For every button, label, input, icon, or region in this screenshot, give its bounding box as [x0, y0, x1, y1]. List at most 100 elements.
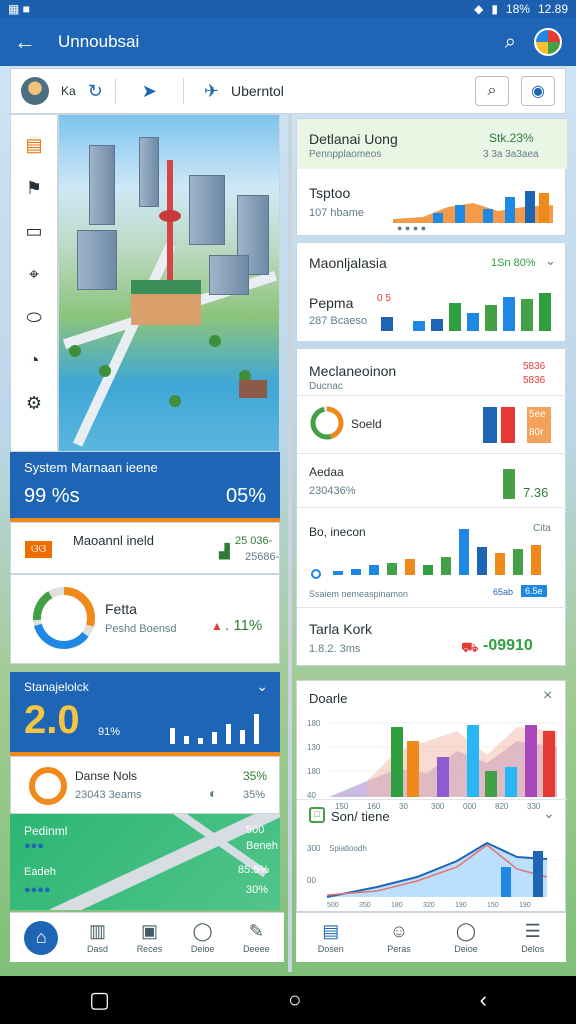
tv-tower: [167, 160, 173, 290]
bar: [467, 725, 479, 797]
system-right-value: 05%: [225, 485, 266, 507]
inbox-icon: ▣: [140, 921, 158, 941]
bonsoon-badge-b: 6.5e: [521, 585, 547, 597]
nav-item[interactable]: ☰ Delos: [521, 921, 544, 954]
detlanai-card[interactable]: Detlanai Uong Pennpplaomeos Stk.23% 3 3a…: [296, 118, 567, 236]
back-arrow-icon[interactable]: ←: [14, 29, 36, 55]
mana-title: Maonljalasia: [309, 255, 387, 271]
home-button-icon[interactable]: ○: [288, 987, 301, 1013]
building: [189, 175, 225, 245]
chat-icon: ◯: [455, 921, 477, 941]
y-axis-label: Spiatloodh: [329, 844, 367, 853]
maoannl-card[interactable]: ଓଓ Maoannl ineld ▟ 25 036- 25686-: [10, 522, 280, 574]
system-title: System Marnaan ieene: [24, 460, 158, 475]
nav-item[interactable]: ✎ Deeee: [243, 921, 270, 954]
x-tick-label: 820: [495, 802, 509, 811]
fetta-title: Fetta: [105, 601, 137, 617]
mech-bar-a: [483, 407, 497, 443]
shield-icon[interactable]: ⬭: [26, 307, 41, 328]
x-tick-label: 30: [399, 802, 408, 811]
home-icon: ⌂: [24, 920, 59, 955]
divider: [297, 453, 567, 454]
danse-card[interactable]: Danse Nols 23043 3eams 35% ◐ 35%: [10, 756, 280, 814]
nav-item[interactable]: ◯ Deioe: [191, 921, 215, 954]
marker-icon[interactable]: ⚑: [26, 178, 42, 199]
doarle-card[interactable]: Doarle × 180 130 180 40 150 160 30 300 000 820 330…: [296, 680, 567, 912]
mech-label: Aedaa: [309, 465, 344, 479]
building: [209, 255, 249, 295]
bar: [407, 741, 419, 797]
window-icon[interactable]: ▭: [25, 221, 42, 242]
pedinml-val-c: 30%: [246, 884, 269, 896]
doarle-title: Doarle: [309, 691, 348, 706]
fetta-card[interactable]: Fetta Peshd Boensd ▲ . 11%: [10, 574, 280, 664]
chevron-down-icon[interactable]: ⌄: [543, 805, 555, 822]
nav-item[interactable]: ◯ Deioe: [454, 921, 478, 954]
plane-icon[interactable]: ✈: [204, 81, 219, 102]
back-icon[interactable]: ‹: [480, 987, 487, 1013]
x-tick-label: 300: [431, 802, 445, 811]
car-icon: ⛟: [461, 639, 479, 655]
detlanai-subtitle: Pennpplaomeos: [309, 149, 382, 160]
maoannl-value: 25 036-: [235, 535, 273, 547]
gear-icon[interactable]: ⚙: [26, 393, 42, 414]
chat-icon[interactable]: ◔: [29, 350, 40, 371]
face-icon: ☺: [389, 921, 409, 941]
search-icon[interactable]: ⌕: [505, 31, 516, 54]
tree: [169, 395, 181, 407]
tag-icon[interactable]: ⌖: [29, 264, 39, 285]
nav-item[interactable]: ▥ Dasd: [87, 921, 108, 954]
nav-item[interactable]: ▣ Reces: [137, 921, 163, 954]
mana-label-sub: 287 Bcaeso: [309, 315, 368, 327]
mech-value: 7.36: [523, 485, 549, 500]
x-tick-label: 180: [391, 902, 403, 909]
folder-icon: ▟: [219, 543, 230, 559]
stanajelolck-sparkbars: [170, 708, 270, 744]
pedinml-map-card[interactable]: Pedinml ●●● Eadeh ●●●● 500 Beneh 85.5% 3…: [10, 814, 280, 910]
tarakork-sub: 1.8.2. 3ms: [309, 643, 361, 655]
user-avatar[interactable]: [21, 77, 49, 105]
maoannl-title: Maoannl ineld: [73, 533, 154, 548]
bar: [533, 851, 543, 897]
chevron-down-icon[interactable]: ⌄: [256, 678, 268, 695]
clipboard-icon[interactable]: ▤: [25, 135, 42, 156]
mech-v1: 5ee: [529, 409, 546, 420]
chevron-down-icon[interactable]: ⌄: [545, 253, 556, 269]
mana-card[interactable]: Maonljalasia 1Sn 80% ⌄ Pepma 287 Bcaeso …: [296, 242, 566, 342]
battery-level: 18%: [505, 2, 530, 16]
divider: [182, 78, 184, 104]
city-map-illustration[interactable]: [58, 114, 280, 452]
x-tick-label: 500: [327, 902, 339, 909]
y-tick-label: 180: [307, 767, 321, 776]
wifi-icon: ◆: [474, 2, 484, 16]
pedinml-sub-b: Beneh: [246, 840, 278, 852]
close-icon[interactable]: ×: [543, 687, 552, 705]
x-tick-label: 350: [359, 902, 371, 909]
mana-label: Pepma: [309, 295, 354, 311]
app-bar: ← Unnoubsai ⌕: [0, 18, 576, 66]
mech-card[interactable]: Meclaneoinon Ducnac 5836 5836 Soeld 5ee …: [296, 348, 567, 666]
divider: [297, 799, 567, 800]
divider: [297, 395, 567, 396]
refresh-icon[interactable]: ↻: [88, 81, 103, 102]
nav-item[interactable]: ▤ Dosen: [318, 921, 344, 954]
nav-home[interactable]: ⌂: [24, 920, 59, 955]
detlanai-chart: [393, 177, 553, 223]
toolbar-label-a: Ka: [61, 84, 76, 98]
mech-v2: 80r: [529, 427, 544, 438]
app-title: Unnoubsai: [58, 32, 140, 51]
search-button[interactable]: ⌕: [475, 76, 509, 106]
nav-item[interactable]: ☺ Peras: [387, 921, 411, 954]
toolbar-label-b: Uberntol: [230, 83, 284, 99]
recents-icon[interactable]: ▢: [89, 987, 110, 1013]
system-left-value: 99 %s: [24, 485, 80, 507]
account-button[interactable]: ◉: [521, 76, 555, 106]
status-bar: ▦ ■ ◆ ▮ 18% 12.89: [0, 0, 576, 18]
profile-avatar[interactable]: [534, 28, 562, 56]
x-tick-label: 190: [455, 902, 467, 909]
sidebar: ▤ ⚑ ▭ ⌖ ⬭ ◔ ⚙: [10, 114, 58, 452]
navigate-icon[interactable]: ➤: [142, 81, 157, 102]
system-card: System Marnaan ieene 99 %s 05%: [10, 452, 280, 518]
son-title: Son/ tiene: [331, 809, 390, 824]
mech-right-b: 5836: [523, 375, 546, 386]
